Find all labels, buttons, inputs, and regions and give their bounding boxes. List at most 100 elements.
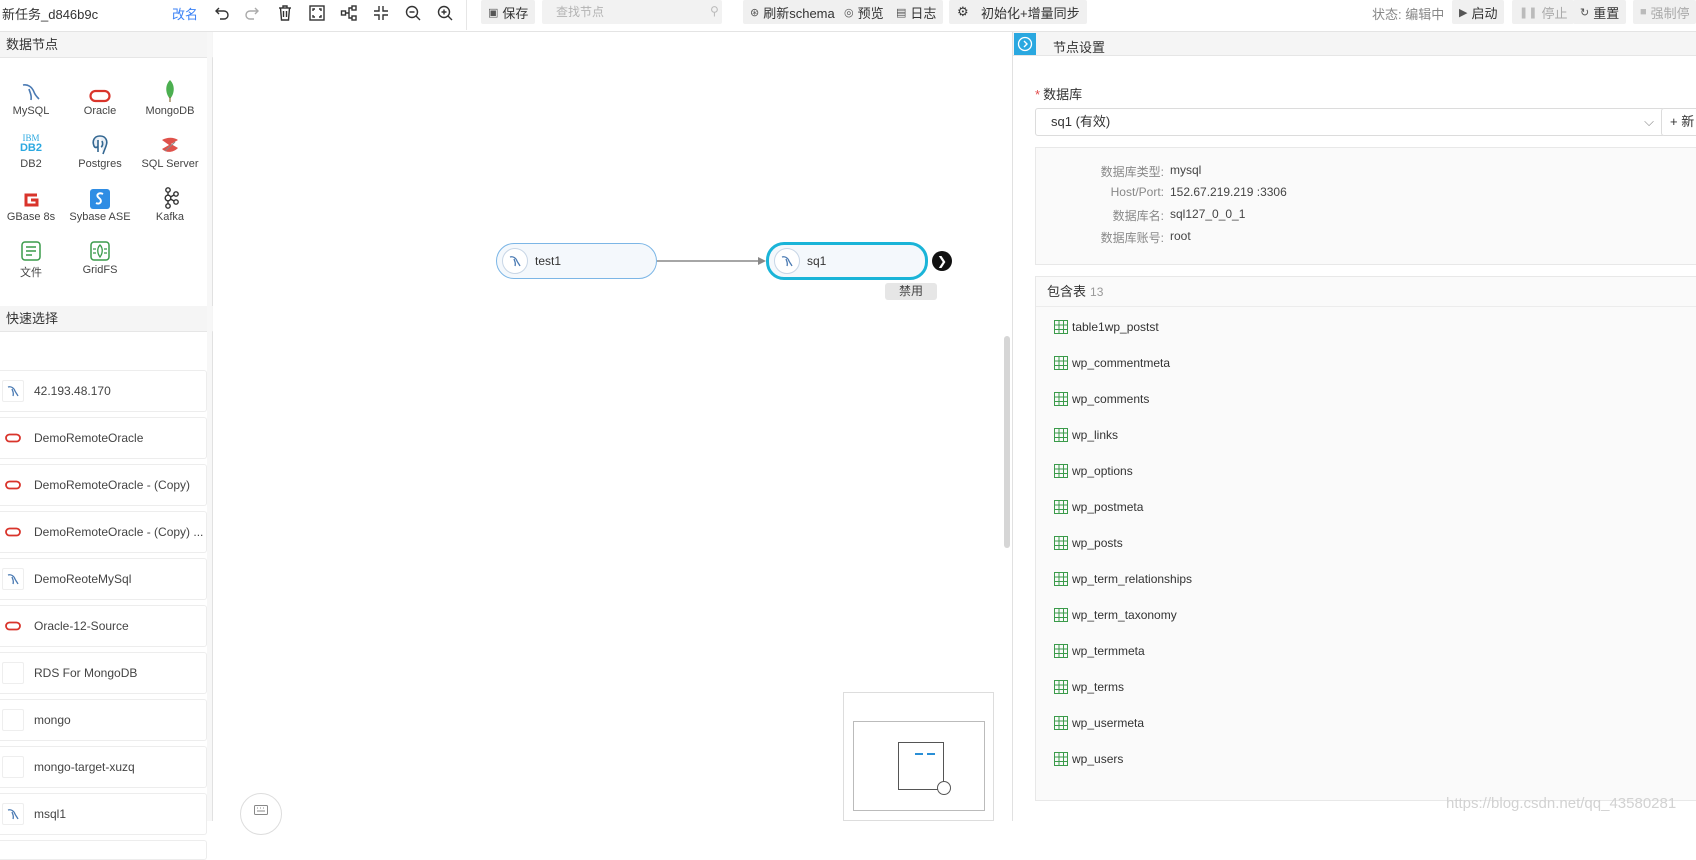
zoom-out-icon[interactable] (401, 1, 425, 25)
table-row[interactable]: wp_usermeta (1054, 713, 1144, 733)
table-row[interactable]: wp_users (1054, 749, 1123, 769)
list-item[interactable]: DemoRemoteOracle - (Copy) ... (0, 511, 207, 553)
canvas-scrollbar[interactable] (1004, 336, 1010, 548)
table-icon (1054, 464, 1068, 478)
expand-arrow-icon[interactable]: ❯ (932, 251, 952, 271)
start-label: 启动 (1471, 5, 1498, 21)
log-icon: ▤ (896, 6, 907, 19)
preview-icon: ◎ (844, 6, 854, 19)
table-row[interactable]: wp_comments (1054, 389, 1149, 409)
node-type-label: 文件 (20, 267, 42, 279)
stop-button[interactable]: ❚❚ 停止 (1512, 0, 1575, 24)
info-value: sql127_0_0_1 (1170, 207, 1246, 221)
stop-label: 停止 (1541, 5, 1568, 21)
zoom-in-icon[interactable] (433, 1, 457, 25)
left-panel: 数据节点 MySQL Oracle MongoDB IBM DB2 DB2 Po… (0, 32, 213, 860)
list-item[interactable]: Oracle-12-Source (0, 605, 207, 647)
table-row[interactable]: wp_term_taxonomy (1054, 605, 1177, 625)
file-icon (21, 241, 41, 261)
auto-layout-icon[interactable] (337, 1, 361, 25)
settings-button[interactable]: ⚙ (949, 0, 977, 24)
toolbar-divider (466, 0, 467, 30)
node-type-sqlserver[interactable]: SQL Server (135, 130, 205, 180)
node-type-mysql[interactable]: MySQL (0, 77, 66, 127)
resize-handle[interactable] (937, 781, 951, 795)
source-node[interactable]: test1 (496, 243, 657, 279)
table-row[interactable]: wp_termmeta (1054, 641, 1145, 661)
table-icon (1054, 572, 1068, 586)
refresh-icon: ⊛ (750, 6, 760, 19)
db2-icon: IBM DB2 (19, 133, 42, 154)
table-row[interactable]: wp_terms (1054, 677, 1124, 697)
gbase-icon (24, 193, 39, 207)
table-name: wp_links (1072, 428, 1119, 442)
list-item-label: mongo-target-xuzq (34, 760, 135, 774)
node-type-mongodb[interactable]: MongoDB (135, 77, 205, 127)
fit-screen-icon[interactable] (305, 1, 329, 25)
preview-button[interactable]: ◎ 预览 (837, 0, 891, 24)
node-type-postgres[interactable]: Postgres (65, 130, 135, 180)
list-item[interactable]: 42.193.48.170 (0, 370, 207, 412)
node-type-file[interactable]: 文件 (0, 236, 66, 286)
table-row[interactable]: wp_term_relationships (1054, 569, 1192, 589)
table-row[interactable]: wp_options (1054, 461, 1133, 481)
search-icon: ⚲ (710, 4, 719, 18)
mysql-icon (2, 568, 24, 590)
keyboard-shortcuts-button[interactable] (240, 793, 282, 835)
list-item[interactable]: RDS For MongoDB (0, 652, 207, 694)
reset-button[interactable]: ↻ 重置 (1573, 0, 1627, 24)
table-icon (1054, 320, 1068, 334)
included-tables-box: 包含表 13 table1wp_postst wp_commentmeta wp_co… (1035, 276, 1696, 801)
included-tables-header: 包含表 13 (1036, 277, 1696, 307)
table-row[interactable]: wp_posts (1054, 533, 1123, 553)
node-type-label: MongoDB (145, 105, 195, 117)
node-type-gbase[interactable]: GBase 8s (0, 183, 66, 233)
list-item[interactable] (0, 840, 207, 860)
collapse-panel-button[interactable] (1014, 33, 1036, 55)
delete-icon[interactable] (273, 1, 297, 25)
list-item[interactable]: msql1 (0, 793, 207, 835)
reset-icon: ↻ (1580, 6, 1590, 19)
node-type-gridfs[interactable]: GridFS (65, 236, 135, 286)
left-scrollbar[interactable] (207, 32, 212, 821)
redo-icon[interactable] (241, 1, 265, 25)
log-button[interactable]: ▤ 日志 (889, 0, 944, 24)
start-button[interactable]: ▶ 启动 (1452, 0, 1505, 24)
node-type-db2[interactable]: IBM DB2 DB2 (0, 130, 66, 180)
node-search-input[interactable] (542, 0, 722, 24)
list-item[interactable]: mongo (0, 699, 207, 741)
table-icon (1054, 356, 1068, 370)
target-node[interactable]: sq1 (766, 242, 928, 280)
list-item-label: msql1 (34, 807, 67, 821)
new-database-button[interactable]: + 新 (1661, 108, 1696, 136)
list-item[interactable]: DemoRemoteOracle (0, 417, 207, 459)
table-name: wp_users (1072, 752, 1124, 766)
table-row[interactable]: wp_links (1054, 425, 1118, 445)
list-item-label: mongo (34, 713, 71, 727)
table-row[interactable]: wp_commentmeta (1054, 353, 1170, 373)
pause-icon: ❚❚ (1519, 6, 1538, 19)
table-row[interactable]: wp_postmeta (1054, 497, 1143, 517)
collapse-icon[interactable] (369, 1, 393, 25)
node-type-oracle[interactable]: Oracle (65, 77, 135, 127)
save-button[interactable]: ▣ 保存 (481, 0, 536, 24)
minimap[interactable] (843, 692, 994, 821)
table-row[interactable]: table1wp_postst (1054, 317, 1159, 337)
rename-link[interactable]: 改名 (172, 4, 198, 23)
list-item[interactable]: DemoRemoteOracle - (Copy) (0, 464, 207, 506)
right-panel: 节点设置 * 数据库 sq1 (有效) ⌵ + 新 数据库类型: mysql Ho… (1012, 32, 1696, 821)
list-item[interactable]: mongo-target-xuzq (0, 746, 207, 788)
node-type-label: MySQL (12, 105, 50, 117)
node-type-kafka[interactable]: Kafka (135, 183, 205, 233)
sync-mode-button[interactable]: 初始化+增量同步 (974, 0, 1087, 24)
refresh-schema-button[interactable]: ⊛ 刷新schema (743, 0, 842, 24)
force-stop-button[interactable]: ■ 强制停 (1633, 0, 1696, 24)
undo-icon[interactable] (209, 1, 233, 25)
stop-square-icon: ■ (1640, 6, 1647, 18)
info-row: 数据库类型: mysql (1036, 163, 1636, 183)
node-type-sybase[interactable]: Sybase ASE (65, 183, 135, 233)
database-select[interactable]: sq1 (有效) ⌵ (1035, 108, 1665, 136)
list-item[interactable]: DemoReoteMySql (0, 558, 207, 600)
minimap-frame[interactable] (898, 742, 951, 795)
table-name: table1wp_postst (1072, 320, 1159, 334)
